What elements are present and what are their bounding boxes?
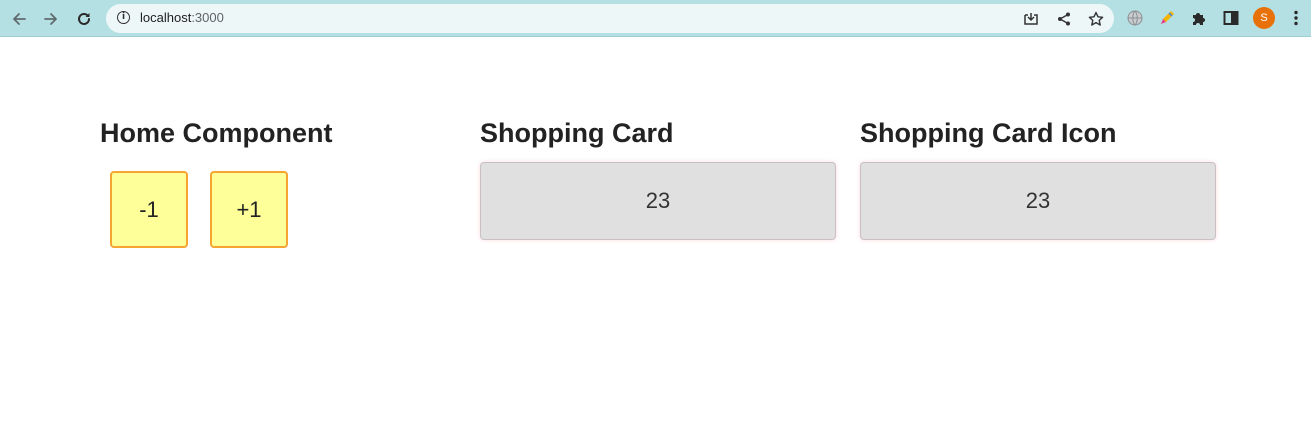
- globe-extension-button[interactable]: [1125, 8, 1145, 28]
- shopping-card-icon-count: 23: [860, 162, 1216, 240]
- url-host: localhost: [140, 10, 192, 25]
- reload-icon: [78, 12, 90, 25]
- shopping-card-count: 23: [480, 162, 836, 240]
- shopping-card-title: Shopping Card: [480, 118, 674, 148]
- shopping-card-icon-title: Shopping Card Icon: [860, 118, 1117, 148]
- kebab-menu-icon: [1294, 10, 1298, 26]
- pen-extension-button[interactable]: [1157, 8, 1177, 28]
- globe-extension-icon: [1127, 10, 1143, 26]
- share-icon: [1057, 12, 1070, 25]
- reload-button[interactable]: [71, 6, 97, 32]
- increment-button[interactable]: +1: [210, 171, 288, 248]
- forward-arrow-icon: [44, 13, 57, 25]
- home-component-title: Home Component: [100, 118, 333, 148]
- decrement-button[interactable]: -1: [110, 171, 188, 248]
- star-icon: [1088, 11, 1103, 26]
- back-button[interactable]: [6, 6, 32, 32]
- extensions-button[interactable]: [1189, 8, 1209, 28]
- browser-toolbar: i localhost:3000 S: [0, 0, 1311, 37]
- install-button[interactable]: [1021, 9, 1040, 28]
- install-icon: [1023, 12, 1038, 25]
- side-panel-button[interactable]: [1221, 8, 1241, 28]
- back-arrow-icon: [13, 13, 26, 25]
- puzzle-extensions-icon: [1193, 13, 1205, 25]
- side-panel-icon: [1223, 11, 1239, 25]
- url-text[interactable]: localhost:3000: [140, 10, 224, 25]
- address-bar[interactable]: i localhost:3000: [106, 4, 1114, 33]
- pen-extension-icon: [1161, 11, 1174, 24]
- share-button[interactable]: [1054, 9, 1073, 28]
- browser-menu-button[interactable]: [1286, 8, 1306, 28]
- url-port: :3000: [191, 10, 224, 25]
- forward-button[interactable]: [38, 6, 64, 32]
- info-icon[interactable]: i: [117, 11, 130, 24]
- bookmark-button[interactable]: [1086, 9, 1105, 28]
- profile-avatar[interactable]: S: [1253, 7, 1275, 29]
